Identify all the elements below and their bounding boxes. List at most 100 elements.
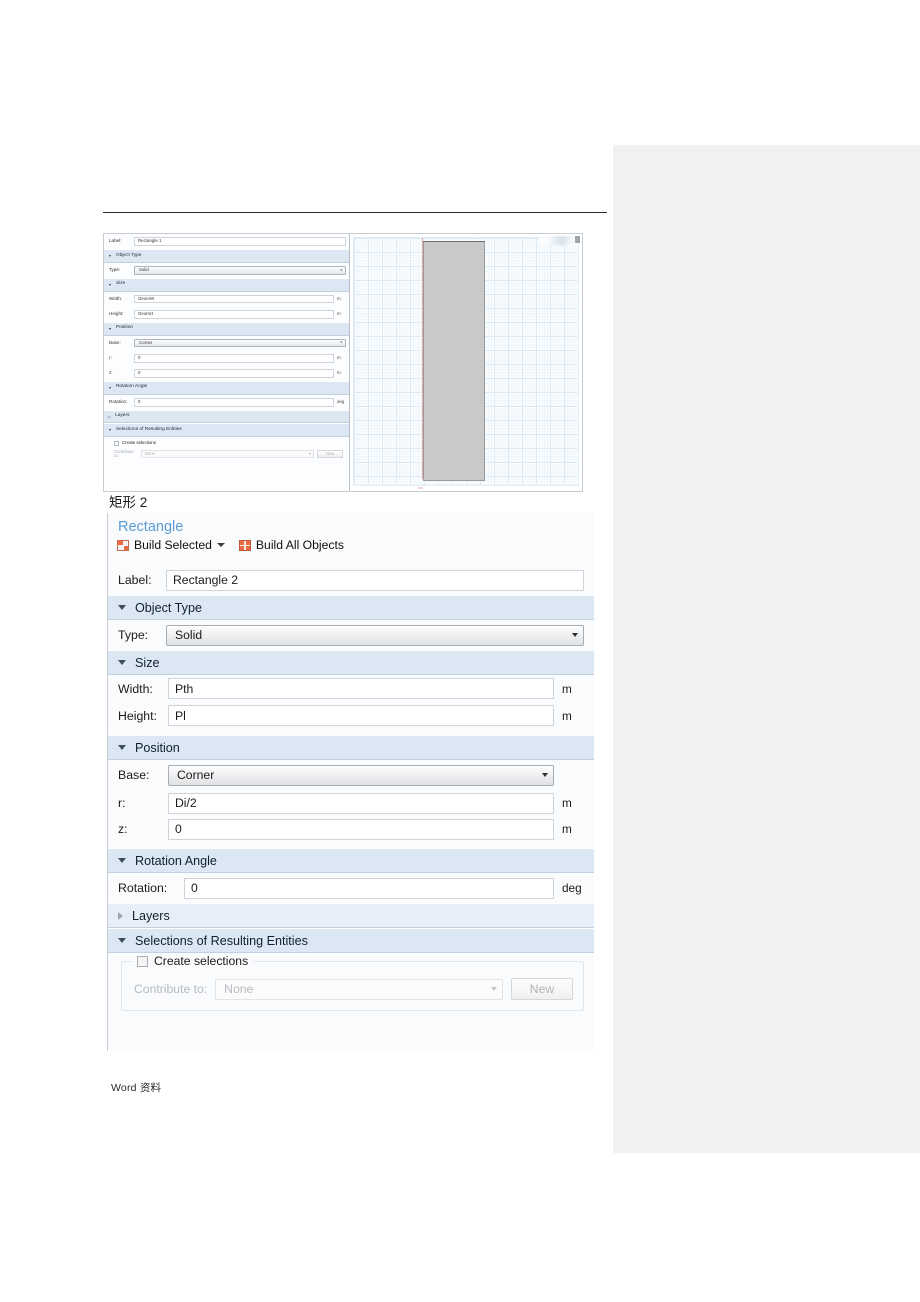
thumb-z-unit: m xyxy=(337,370,341,376)
section-layers[interactable]: Layers xyxy=(108,903,594,928)
type-value: Solid xyxy=(175,628,203,642)
thumb-type-dropdown[interactable]: Solid ▼ xyxy=(134,266,346,275)
thumb-section-object-type[interactable]: ▼ Object Type xyxy=(104,249,349,263)
section-object-type-label: Object Type xyxy=(135,600,202,615)
graphics-corner-icon xyxy=(575,236,580,243)
thumb-base-caption: Base: xyxy=(109,339,121,345)
chevron-down-icon xyxy=(572,633,578,637)
horizontal-rule xyxy=(103,212,607,213)
chevron-down-icon xyxy=(491,987,497,991)
type-dropdown[interactable]: Solid xyxy=(166,624,584,646)
height-row: Height: Pl m xyxy=(108,702,594,729)
chevron-down-icon: ▼ xyxy=(339,340,343,345)
build-all-objects-label: Build All Objects xyxy=(255,538,344,552)
thumb-width-unit: m xyxy=(337,295,341,301)
thumb-rotation-input[interactable]: 0 xyxy=(134,397,334,407)
contribute-to-row: Contribute to: None New xyxy=(134,978,573,1000)
thumb-section-layers[interactable]: ▷ Layers xyxy=(104,409,349,424)
section-object-type[interactable]: Object Type xyxy=(108,595,594,620)
chevron-down-icon[interactable] xyxy=(216,543,225,547)
chevron-down-icon xyxy=(118,858,126,863)
thumb-type-row: Type: Solid ▼ xyxy=(104,263,349,278)
section-size[interactable]: Size xyxy=(108,650,594,675)
chevron-down-icon: ▼ xyxy=(108,253,112,258)
build-selected-label: Build Selected xyxy=(134,538,212,552)
thumb-label-input[interactable]: Rectangle 1 xyxy=(134,237,346,246)
thumb-section-size[interactable]: ▼ Size xyxy=(104,277,349,292)
thumb-height-unit: m xyxy=(337,311,341,317)
section-rotation-angle[interactable]: Rotation Angle xyxy=(108,848,594,873)
thumb-r-input[interactable]: 0 xyxy=(134,354,334,363)
thumbnail-settings-column: Label: Rectangle 1 ▼ Object Type Type: S… xyxy=(104,234,350,491)
label-input[interactable]: Rectangle 2 xyxy=(166,569,584,591)
thumb-section-selections[interactable]: ▼ Selections of Resulting Entities xyxy=(104,423,349,438)
thumb-contribute-caption: Contribute to: xyxy=(114,448,134,458)
section-position-label: Position xyxy=(135,740,180,755)
thumb-section-object-type-label: Object Type xyxy=(115,252,142,258)
geometry-rectangle-top-edge xyxy=(423,241,485,242)
chevron-down-icon xyxy=(118,660,126,665)
base-value: Corner xyxy=(177,768,215,782)
rotation-unit: deg xyxy=(562,881,582,895)
thumb-section-size-label: Size xyxy=(115,281,126,287)
thumb-height-caption: Height: xyxy=(109,311,124,317)
section-selections[interactable]: Selections of Resulting Entities xyxy=(108,928,594,953)
base-caption: Base: xyxy=(118,768,150,782)
thumb-section-selections-label: Selections of Resulting Entities xyxy=(115,426,182,432)
height-input[interactable]: Pl xyxy=(168,705,554,726)
thumb-height-input[interactable]: GeomH xyxy=(134,310,334,319)
label-row: Label: Rectangle 2 xyxy=(108,565,594,595)
r-input[interactable]: Di/2 xyxy=(168,792,554,814)
thumb-label-caption: Label: xyxy=(109,238,122,244)
thumb-create-selections-label: Create selections xyxy=(122,440,156,446)
checkbox-icon xyxy=(137,955,148,967)
thumb-create-selections-checkbox[interactable]: Create selections xyxy=(114,440,343,447)
width-caption: Width: xyxy=(118,681,153,696)
chevron-down-icon: ▼ xyxy=(108,326,112,331)
z-input[interactable]: 0 xyxy=(168,818,554,840)
create-selections-label: Create selections xyxy=(154,954,249,968)
page-footer: Word 资料 xyxy=(111,1082,162,1094)
thumb-r-unit: m xyxy=(337,355,341,361)
thumb-rotation-unit: deg xyxy=(337,399,345,405)
thumb-section-position-label: Position xyxy=(115,325,134,331)
thumb-z-input[interactable]: 0 xyxy=(134,369,334,378)
thumb-base-value: Corner xyxy=(139,339,153,345)
thumb-type-value: Solid xyxy=(139,267,149,273)
thumb-base-row: Base: Corner ▼ xyxy=(104,336,349,351)
build-all-objects-button[interactable]: Build All Objects xyxy=(238,538,344,552)
chevron-down-icon: ▼ xyxy=(339,268,343,272)
width-row: Width: Pth m xyxy=(108,675,594,702)
type-row: Type: Solid xyxy=(108,620,594,650)
chevron-down-icon: ▼ xyxy=(108,427,112,432)
thumb-z-caption: z: xyxy=(109,370,113,376)
z-row: z: 0 m xyxy=(108,816,594,842)
thumb-width-input[interactable]: GeomW xyxy=(134,294,334,304)
contribute-to-value: None xyxy=(224,982,254,996)
section-selections-label: Selections of Resulting Entities xyxy=(135,933,308,948)
chevron-down-icon: ▾ xyxy=(308,450,311,456)
thumb-base-dropdown[interactable]: Corner ▼ xyxy=(134,338,346,348)
thumb-label-row: Label: Rectangle 1 xyxy=(104,234,349,249)
build-selected-button[interactable]: Build Selected xyxy=(117,538,225,552)
thumb-r-row: r: 0 m xyxy=(104,351,349,366)
section-position[interactable]: Position xyxy=(108,735,594,760)
thumbnail-graphics-viewport: r=0 xyxy=(350,234,582,491)
r-unit: m xyxy=(562,796,572,810)
page-title: Rectangle xyxy=(118,519,184,535)
rotation-input[interactable]: 0 xyxy=(184,877,554,899)
thumb-section-rotation-angle[interactable]: ▼ Rotation Angle xyxy=(104,381,349,395)
thumb-r-caption: r: xyxy=(109,355,112,361)
width-input[interactable]: Pth xyxy=(168,678,554,699)
rotation-row: Rotation: 0 deg xyxy=(108,873,594,903)
base-dropdown[interactable]: Corner xyxy=(168,764,554,786)
chevron-right-icon xyxy=(118,911,123,920)
section-rotation-angle-label: Rotation Angle xyxy=(135,853,217,868)
create-selections-checkbox[interactable]: Create selections xyxy=(132,954,254,968)
thumb-z-row: z: 0 m xyxy=(104,366,349,381)
figure-caption: 矩形 2 xyxy=(109,495,148,510)
thumb-new-button: New xyxy=(317,449,343,459)
thumb-section-position[interactable]: ▼ Position xyxy=(104,321,349,336)
thumb-width-caption: Width: xyxy=(109,295,123,301)
base-row: Base: Corner xyxy=(108,760,594,790)
